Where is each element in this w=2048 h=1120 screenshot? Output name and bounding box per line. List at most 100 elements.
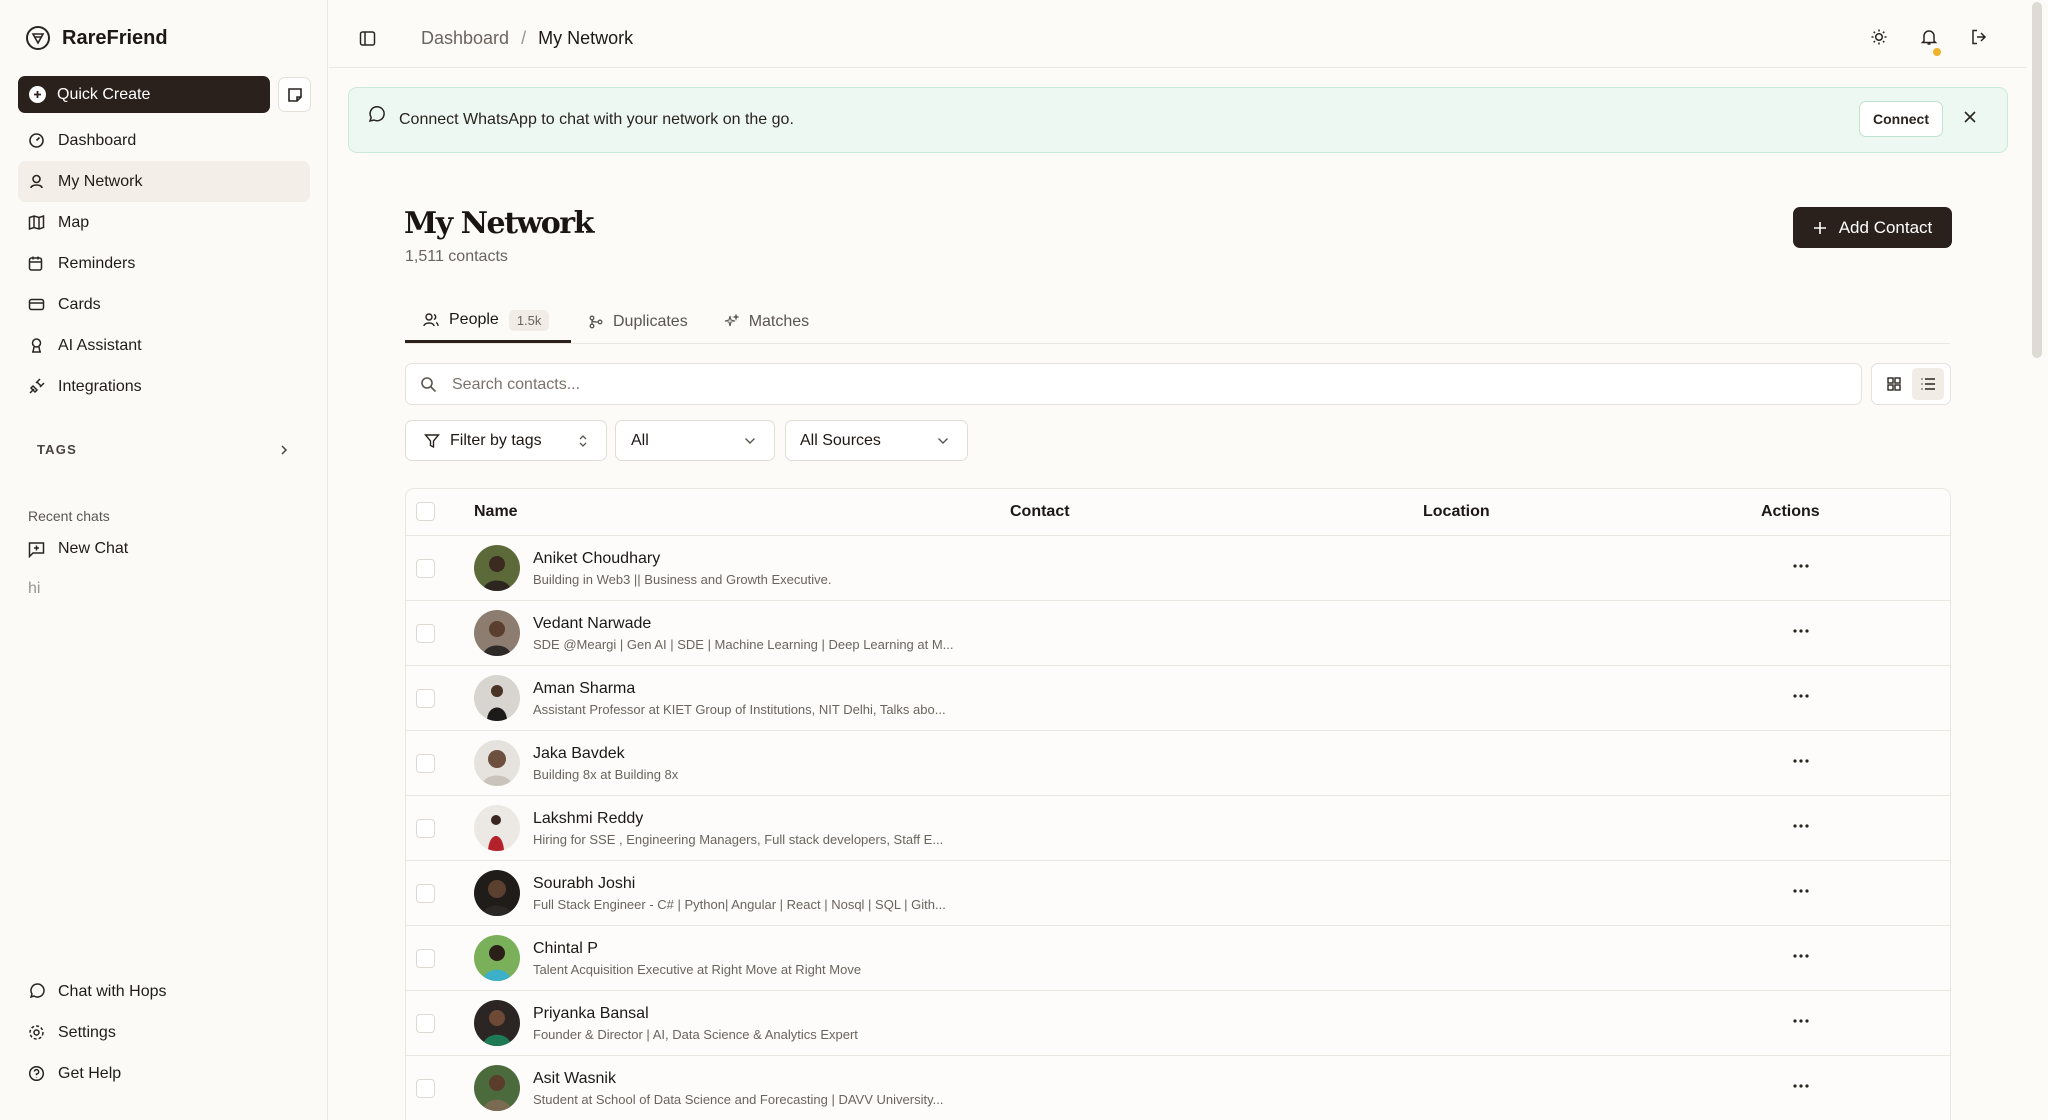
tab-people[interactable]: People 1.5k <box>405 300 571 343</box>
contact-name[interactable]: Lakshmi Reddy <box>533 810 643 828</box>
contact-name[interactable]: Jaka Bavdek <box>533 745 625 763</box>
chevron-right-icon <box>279 444 289 456</box>
sun-icon[interactable] <box>1870 28 1888 46</box>
quick-create-button[interactable]: Quick Create <box>18 76 270 113</box>
search-input[interactable] <box>452 372 1842 398</box>
sidebar-toggle-icon[interactable] <box>359 30 376 47</box>
column-header-actions: Actions <box>1761 503 1820 520</box>
table-row[interactable]: Lakshmi Reddy Hiring for SSE , Engineeri… <box>406 796 1950 861</box>
contact-headline: Founder & Director | AI, Data Science & … <box>533 1027 858 1042</box>
note-icon <box>287 87 303 103</box>
more-horizontal-icon[interactable] <box>1793 759 1809 763</box>
row-checkbox[interactable] <box>416 559 435 578</box>
filter-by-tags-button[interactable]: Filter by tags <box>405 420 607 461</box>
contact-name[interactable]: Sourabh Joshi <box>533 875 635 893</box>
tab-label: Duplicates <box>613 312 688 330</box>
row-checkbox[interactable] <box>416 949 435 968</box>
tab-matches[interactable]: Matches <box>706 300 827 343</box>
close-icon[interactable] <box>1963 110 1977 124</box>
more-horizontal-icon[interactable] <box>1793 629 1809 633</box>
contacts-table: Name Contact Location Actions Aniket Cho… <box>405 488 1951 1120</box>
chevrons-up-down-icon <box>578 434 588 448</box>
contact-name[interactable]: Priyanka Bansal <box>533 1005 649 1023</box>
select-all-checkbox[interactable] <box>416 502 435 521</box>
network-icon <box>28 173 45 190</box>
more-horizontal-icon[interactable] <box>1793 889 1809 893</box>
nav-label: Map <box>58 213 90 231</box>
contact-name[interactable]: Asit Wasnik <box>533 1070 616 1088</box>
row-checkbox[interactable] <box>416 754 435 773</box>
row-checkbox[interactable] <box>416 624 435 643</box>
page-scrollbar[interactable] <box>2032 2 2042 358</box>
row-checkbox[interactable] <box>416 1079 435 1098</box>
nav-item-dashboard[interactable]: Dashboard <box>18 120 310 161</box>
more-horizontal-icon[interactable] <box>1793 1019 1809 1023</box>
nav-item-my-network[interactable]: My Network <box>18 161 310 202</box>
nav-label: My Network <box>58 172 143 190</box>
list-view-button[interactable] <box>1912 368 1944 400</box>
new-note-button[interactable] <box>278 77 311 112</box>
contact-headline: Building in Web3 || Business and Growth … <box>533 572 832 587</box>
contact-headline: SDE @Meargi | Gen AI | SDE | Machine Lea… <box>533 637 954 652</box>
nav-item-chat-with-hops[interactable]: Chat with Hops <box>18 971 310 1012</box>
sources-filter-select[interactable]: All Sources <box>785 420 968 461</box>
nav-item-reminders[interactable]: Reminders <box>18 243 310 284</box>
topbar: Dashboard / My Network <box>329 0 2026 68</box>
notifications-button[interactable] <box>1920 28 1941 56</box>
grid-view-button[interactable] <box>1878 368 1910 400</box>
grid-icon <box>1886 376 1902 392</box>
table-row[interactable]: Vedant Narwade SDE @Meargi | Gen AI | SD… <box>406 601 1950 666</box>
table-row[interactable]: Jaka Bavdek Building 8x at Building 8x <box>406 731 1950 796</box>
add-contact-button[interactable]: Add Contact <box>1793 207 1952 248</box>
sidebar: RareFriend Quick Create Dashboard My Net… <box>0 0 328 1120</box>
table-row[interactable]: Aman Sharma Assistant Professor at KIET … <box>406 666 1950 731</box>
table-row[interactable]: Asit Wasnik Student at School of Data Sc… <box>406 1056 1950 1120</box>
contact-name[interactable]: Chintal P <box>533 940 598 958</box>
contact-name[interactable]: Aman Sharma <box>533 680 635 698</box>
row-checkbox[interactable] <box>416 819 435 838</box>
nav-label: Get Help <box>58 1064 122 1082</box>
contact-headline: Assistant Professor at KIET Group of Ins… <box>533 702 946 717</box>
status-filter-select[interactable]: All <box>615 420 775 461</box>
more-horizontal-icon[interactable] <box>1793 564 1809 568</box>
logout-icon[interactable] <box>1970 28 1988 46</box>
row-checkbox[interactable] <box>416 1014 435 1033</box>
sources-filter-value: All Sources <box>800 431 881 449</box>
nav-item-map[interactable]: Map <box>18 202 310 243</box>
contact-headline: Full Stack Engineer - C# | Python| Angul… <box>533 897 946 912</box>
contact-name[interactable]: Vedant Narwade <box>533 615 651 633</box>
table-row[interactable]: Sourabh Joshi Full Stack Engineer - C# |… <box>406 861 1950 926</box>
column-header-name[interactable]: Name <box>474 503 518 521</box>
connect-whatsapp-button[interactable]: Connect <box>1859 101 1943 137</box>
nav-item-settings[interactable]: Settings <box>18 1012 310 1053</box>
breadcrumb-dashboard[interactable]: Dashboard <box>421 28 509 49</box>
new-chat-button[interactable]: New Chat <box>28 540 128 558</box>
table-row[interactable]: Aniket Choudhary Building in Web3 || Bus… <box>406 536 1950 601</box>
recent-chat-item[interactable]: hi <box>28 580 40 598</box>
git-merge-icon <box>589 315 603 329</box>
contact-name[interactable]: Aniket Choudhary <box>533 550 660 568</box>
gauge-icon <box>28 132 45 149</box>
list-icon <box>1920 376 1936 392</box>
avatar <box>474 1000 520 1046</box>
plus-circle-icon <box>29 86 46 103</box>
nav-item-integrations[interactable]: Integrations <box>18 366 310 407</box>
tab-duplicates[interactable]: Duplicates <box>571 300 706 343</box>
nav-label: Integrations <box>58 377 142 395</box>
more-horizontal-icon[interactable] <box>1793 824 1809 828</box>
more-horizontal-icon[interactable] <box>1793 954 1809 958</box>
row-checkbox[interactable] <box>416 689 435 708</box>
nav-item-cards[interactable]: Cards <box>18 284 310 325</box>
nav-item-get-help[interactable]: Get Help <box>18 1053 310 1094</box>
plug-icon <box>28 378 45 395</box>
tags-section-toggle[interactable]: TAGS <box>37 442 289 457</box>
more-horizontal-icon[interactable] <box>1793 694 1809 698</box>
table-row[interactable]: Chintal P Talent Acquisition Executive a… <box>406 926 1950 991</box>
nav-item-ai-assistant[interactable]: AI Assistant <box>18 325 310 366</box>
more-horizontal-icon[interactable] <box>1793 1084 1809 1088</box>
brand[interactable]: RareFriend <box>26 26 168 50</box>
avatar <box>474 740 520 786</box>
row-checkbox[interactable] <box>416 884 435 903</box>
table-row[interactable]: Priyanka Bansal Founder & Director | AI,… <box>406 991 1950 1056</box>
avatar <box>474 870 520 916</box>
